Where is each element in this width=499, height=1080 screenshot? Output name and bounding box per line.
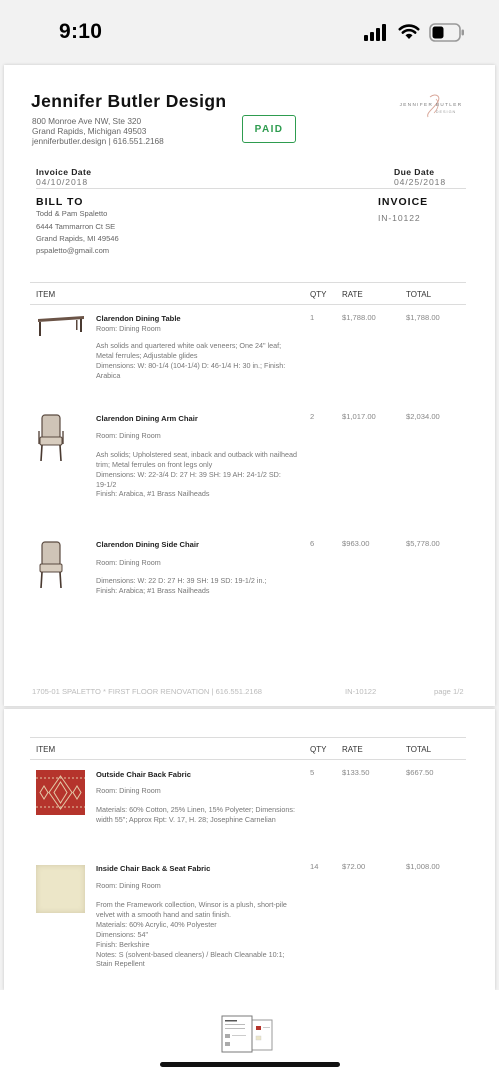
line-item-desc: Finish: Arabica, #1 Brass Nailheads [96,489,210,498]
line-item-desc: Materials: 60% Cotton, 25% Linen, 15% Po… [96,805,295,814]
invoice-page-1: Jennifer Butler Design 800 Monroe Ave NW… [4,65,495,706]
column-header-rate: RATE [342,290,363,299]
svg-text:JENNIFER BUTLER: JENNIFER BUTLER [400,102,463,107]
table-top-divider [30,282,466,283]
column-header-item: ITEM [36,745,56,754]
table-top-divider [30,737,466,738]
line-item-total: $1,008.00 [406,862,440,871]
line-item-desc: Finish: Berkshire [96,940,150,949]
column-header-item: ITEM [36,290,56,299]
column-header-total: TOTAL [406,290,432,299]
line-item-name: Clarendon Dining Table [96,314,181,323]
bill-to-email: pspaletto@gmail.com [36,246,110,255]
line-item-name: Inside Chair Back & Seat Fabric [96,864,211,873]
line-item-desc: Metal ferrules; Adjustable glides [96,351,198,360]
line-item-rate: $72.00 [342,862,366,871]
line-item-total: $667.50 [406,768,434,777]
battery-icon [429,23,464,42]
line-item-rate: $1,017.00 [342,412,376,421]
bill-to-label: BILL TO [36,196,84,208]
company-address-line1: 800 Monroe Ave NW, Ste 320 [32,116,142,126]
invoice-label: INVOICE [378,196,429,208]
line-item-total: $1,788.00 [406,313,440,322]
line-item-room: Room: Dining Room [96,558,161,567]
bill-to-street: 6444 Tammarron Ct SE [36,222,116,231]
line-item-desc: trim; Metal ferrules on front legs only [96,460,213,469]
cellular-signal-icon [364,24,388,41]
side-chair-icon [39,541,63,589]
line-item-desc: Materials: 60% Acrylic, 40% Polyester [96,920,217,929]
company-name: Jennifer Butler Design [31,91,227,111]
line-item-rate: $1,788.00 [342,313,376,322]
line-item-desc: Dimensions: 54" [96,930,149,939]
divider [36,188,466,189]
line-item-desc: Dimensions: W: 22 D: 27 H: 39 SH: 19 SD:… [96,576,267,585]
line-item-desc: Notes: S (solvent-based cleaners) / Blea… [96,950,285,959]
line-item-qty: 1 [310,313,315,322]
page-footer-page: page 1/2 [434,687,464,696]
line-item-desc: width 55"; Approx Rpt: V. 17, H. 28; Jos… [96,815,276,824]
bill-to-city: Grand Rapids, MI 49546 [36,234,119,243]
invoice-date-value: 04/10/2018 [36,177,89,187]
line-item-room: Room: Dining Room [96,786,161,795]
cream-fabric-swatch [36,865,85,913]
line-item-total: $2,034.00 [406,412,440,421]
table-icon [38,316,84,336]
due-date-label: Due Date [394,167,435,177]
invoice-page-2: ITEM QTY RATE TOTAL Outside Chair Back F… [4,709,495,990]
line-item-desc: Dimensions: W: 22-3/4 D: 27 H: 39 SH: 19… [96,470,281,479]
due-date-value: 04/25/2018 [394,177,447,187]
column-header-rate: RATE [342,745,363,754]
line-item-room: Room: Dining Room [96,431,161,440]
line-item-desc: 19-1/2 [96,480,117,489]
arm-chair-icon [38,414,64,462]
line-item-desc: Stain Repellent [96,959,145,968]
line-item-name: Clarendon Dining Side Chair [96,540,199,549]
column-header-qty: QTY [310,745,327,754]
line-item-desc: Dimensions: W: 80-1/4 (104-1/4) D: 46-1/… [96,361,286,370]
line-item-desc: Finish: Arabica; #1 Brass Nailheads [96,586,210,595]
company-logo: JENNIFER BUTLER DESIGN [392,93,470,119]
line-item-desc: Ash solids and quartered white oak venee… [96,341,282,350]
status-time: 9:10 [59,20,103,43]
bill-to-name: Todd & Pam Spaletto [36,209,108,218]
line-item-qty: 6 [310,539,315,548]
line-item-desc: velvet with a smooth hand and satin fini… [96,910,232,919]
line-item-rate: $963.00 [342,539,370,548]
paid-stamp: PAID [242,115,296,143]
line-item-desc: From the Framework collection, Winsor is… [96,900,287,909]
wifi-icon [398,24,420,39]
page-footer-project: 1705-01 SPALETTO * FIRST FLOOR RENOVATIO… [32,687,263,696]
line-item-room: Room: Dining Room [96,324,161,333]
bottom-toolbar [0,990,499,1080]
home-indicator[interactable] [160,1062,340,1067]
line-item-total: $5,778.00 [406,539,440,548]
line-item-desc: Arabica [96,371,121,380]
page-thumbnail-button[interactable] [218,1014,276,1054]
company-web-phone: jenniferbutler.design | 616.551.2168 [32,136,164,146]
line-item-desc: Ash solids; Upholstered seat, inback and… [96,450,297,459]
table-header-divider [30,304,466,305]
line-item-room: Room: Dining Room [96,881,161,890]
line-item-name: Outside Chair Back Fabric [96,770,191,779]
invoice-number: IN-10122 [378,213,421,223]
line-item-qty: 2 [310,412,315,421]
red-fabric-swatch [36,770,85,815]
invoice-date-label: Invoice Date [36,167,92,177]
column-header-qty: QTY [310,290,327,299]
company-address-line2: Grand Rapids, Michigan 49503 [32,126,147,136]
line-item-name: Clarendon Dining Arm Chair [96,414,198,423]
table-header-divider [30,759,466,760]
page-footer-invoice: IN-10122 [345,687,377,696]
line-item-qty: 14 [310,862,319,871]
status-bar: 9:10 [0,0,499,64]
svg-text:DESIGN: DESIGN [436,110,457,114]
line-item-qty: 5 [310,768,315,777]
column-header-total: TOTAL [406,745,432,754]
line-item-rate: $133.50 [342,768,370,777]
